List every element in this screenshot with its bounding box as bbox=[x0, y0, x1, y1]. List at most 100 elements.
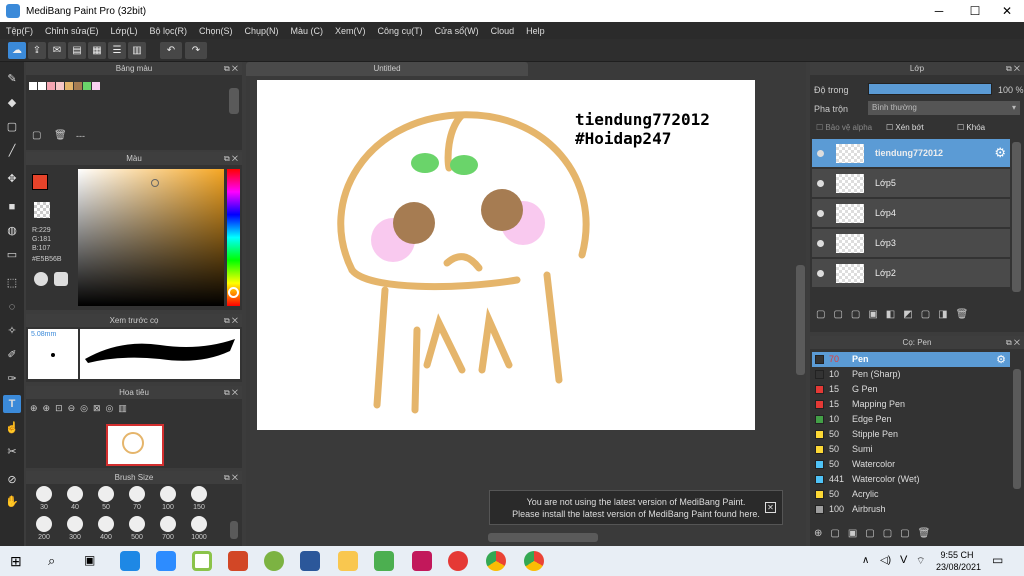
gear-icon[interactable]: ⚙ bbox=[994, 145, 1006, 161]
word-icon[interactable] bbox=[300, 551, 320, 571]
menu-item[interactable]: Xem(V) bbox=[335, 26, 366, 36]
brush-scrollbar[interactable] bbox=[1013, 369, 1021, 489]
layer-actions[interactable]: ▢▢▢▣◧◩▢◨🗑 bbox=[816, 309, 976, 320]
brush-item[interactable]: 15 Mapping Pen bbox=[812, 397, 1010, 412]
text-tool-icon[interactable]: T bbox=[3, 395, 21, 413]
brush-item[interactable]: 50 Stipple Pen bbox=[812, 427, 1010, 442]
clip-checkbox[interactable]: ☐ Xén bớt bbox=[886, 123, 924, 132]
color-swap-icon[interactable] bbox=[54, 272, 68, 286]
wifi-icon[interactable]: ⌔ bbox=[916, 555, 925, 568]
brush-size-dot[interactable] bbox=[129, 486, 145, 502]
panel-close-icon[interactable]: ⧉ ✕ bbox=[224, 314, 238, 327]
swatch[interactable] bbox=[56, 82, 64, 90]
canvas-hscroll[interactable] bbox=[488, 533, 598, 542]
eye-icon[interactable] bbox=[817, 270, 824, 277]
menu-item[interactable]: Công cụ(T) bbox=[378, 26, 423, 36]
redo-icon[interactable]: ↷ bbox=[185, 42, 207, 59]
magic-wand-icon[interactable]: ✧ bbox=[3, 322, 21, 340]
medibang-taskbar-icon[interactable] bbox=[192, 551, 212, 571]
brush-item[interactable]: 100 Airbrush bbox=[812, 502, 1010, 517]
move-tool-icon[interactable]: ✥ bbox=[3, 170, 21, 188]
brush-size-dot[interactable] bbox=[36, 516, 52, 532]
brush-item[interactable]: 50 Watercolor bbox=[812, 457, 1010, 472]
windows-start-icon[interactable]: ⊞ bbox=[10, 553, 22, 570]
eyedropper-icon[interactable]: ⊘ bbox=[3, 471, 21, 489]
layer-item[interactable]: Lớp4 bbox=[812, 199, 1010, 228]
powerpoint-icon[interactable] bbox=[228, 551, 248, 571]
notification-icon[interactable]: ▭ bbox=[992, 553, 1003, 567]
task-view-icon[interactable]: ▣ bbox=[84, 553, 95, 567]
canvas-paper[interactable]: tiendung772012 #Hoidap247 bbox=[257, 80, 755, 430]
swatch[interactable] bbox=[38, 82, 46, 90]
brush-size-dot[interactable] bbox=[98, 516, 114, 532]
add-palette-icon[interactable]: ▢ bbox=[32, 130, 41, 141]
document-tab[interactable]: Untitled bbox=[246, 62, 528, 76]
zalo-icon[interactable] bbox=[120, 551, 140, 571]
palette-scrollbar[interactable] bbox=[229, 88, 239, 114]
maximize-button[interactable]: ☐ bbox=[958, 0, 992, 22]
brush-actions[interactable]: ⊕▢▣▢▢▢🗑 bbox=[814, 528, 938, 539]
navigator-controls[interactable]: ⊕⊕⊡⊖◎⊠◎▥ bbox=[30, 403, 132, 414]
paint-icon[interactable] bbox=[264, 551, 284, 571]
select-eraser-icon[interactable]: ✑ bbox=[3, 370, 21, 388]
brush-tool-icon[interactable]: ✎ bbox=[3, 70, 21, 88]
swatch[interactable] bbox=[29, 82, 37, 90]
brush-size-dot[interactable] bbox=[129, 516, 145, 532]
brush-item[interactable]: 441 Watercolor (Wet) bbox=[812, 472, 1010, 487]
minimize-button[interactable]: ─ bbox=[922, 0, 956, 22]
gear-icon[interactable]: ⚙ bbox=[996, 353, 1006, 366]
brush-item[interactable]: 15 G Pen bbox=[812, 382, 1010, 397]
notice-close-icon[interactable]: ✕ bbox=[765, 502, 776, 513]
grid-icon[interactable]: ▥ bbox=[128, 42, 146, 59]
fill-rect-tool-icon[interactable]: ■ bbox=[3, 198, 21, 216]
brush-size-dot[interactable] bbox=[191, 486, 207, 502]
color-wheel-icon[interactable] bbox=[34, 272, 48, 286]
select-tool-icon[interactable]: ⬚ bbox=[3, 274, 21, 292]
undo-icon[interactable]: ↶ bbox=[160, 42, 182, 59]
brush-item[interactable]: 10 Edge Pen bbox=[812, 412, 1010, 427]
shape-tool-icon[interactable]: ▢ bbox=[3, 118, 21, 136]
eye-icon[interactable] bbox=[817, 180, 824, 187]
eye-icon[interactable] bbox=[817, 240, 824, 247]
app-icon-red[interactable] bbox=[448, 551, 468, 571]
tray-chevron-icon[interactable]: ∧ bbox=[862, 555, 869, 566]
document-icon[interactable]: ▦ bbox=[88, 42, 106, 59]
eye-icon[interactable] bbox=[817, 150, 824, 157]
operation-tool-icon[interactable]: ☝ bbox=[3, 419, 21, 437]
eraser-tool-icon[interactable]: ◆ bbox=[3, 94, 21, 112]
cloud-icon[interactable]: ☁ bbox=[8, 42, 26, 59]
app-icon-pink[interactable] bbox=[412, 551, 432, 571]
menu-item[interactable]: Lớp(L) bbox=[111, 26, 138, 36]
transparent-color[interactable] bbox=[34, 202, 50, 218]
list-icon[interactable]: ☰ bbox=[108, 42, 126, 59]
brush-size-dot[interactable] bbox=[67, 486, 83, 502]
notice-line2[interactable]: Please install the latest version of Med… bbox=[490, 508, 782, 520]
brush-size-dot[interactable] bbox=[160, 516, 176, 532]
panel-close-icon[interactable]: ⧉ ✕ bbox=[224, 62, 238, 75]
menu-item[interactable]: Help bbox=[526, 26, 545, 36]
panel-close-icon[interactable]: ⧉ ✕ bbox=[1006, 62, 1020, 75]
delete-palette-icon[interactable]: 🗑 bbox=[54, 130, 67, 141]
brush-size-dot[interactable] bbox=[36, 486, 52, 502]
picker-cursor[interactable] bbox=[151, 179, 159, 187]
brush-size-dot[interactable] bbox=[160, 486, 176, 502]
panel-close-icon[interactable]: ⧉ ✕ bbox=[224, 386, 238, 399]
line-tool-icon[interactable]: ╱ bbox=[3, 142, 21, 160]
layer-item[interactable]: Lớp2 bbox=[812, 259, 1010, 288]
lasso-tool-icon[interactable]: ◌ bbox=[3, 298, 21, 316]
eye-icon[interactable] bbox=[817, 210, 824, 217]
brush-item[interactable]: 50 Acrylic bbox=[812, 487, 1010, 502]
foreground-color[interactable] bbox=[32, 174, 48, 190]
alpha-protect-checkbox[interactable]: ☐ Bảo vệ alpha bbox=[816, 123, 872, 132]
brush-item[interactable]: 50 Sumi bbox=[812, 442, 1010, 457]
search-icon[interactable]: ⌕ bbox=[48, 553, 55, 569]
brush-size-scrollbar[interactable] bbox=[230, 521, 238, 539]
select-pen-icon[interactable]: ✐ bbox=[3, 346, 21, 364]
comment-icon[interactable]: ✉ bbox=[48, 42, 66, 59]
blend-select[interactable]: Bình thường ▾ bbox=[868, 101, 1020, 115]
brush-size-dot[interactable] bbox=[191, 516, 207, 532]
menu-item[interactable]: Tệp(F) bbox=[6, 26, 33, 36]
hue-slider[interactable] bbox=[227, 169, 240, 306]
lock-checkbox[interactable]: ☐ Khóa bbox=[957, 123, 985, 132]
brush-item[interactable]: 10 Pen (Sharp) bbox=[812, 367, 1010, 382]
